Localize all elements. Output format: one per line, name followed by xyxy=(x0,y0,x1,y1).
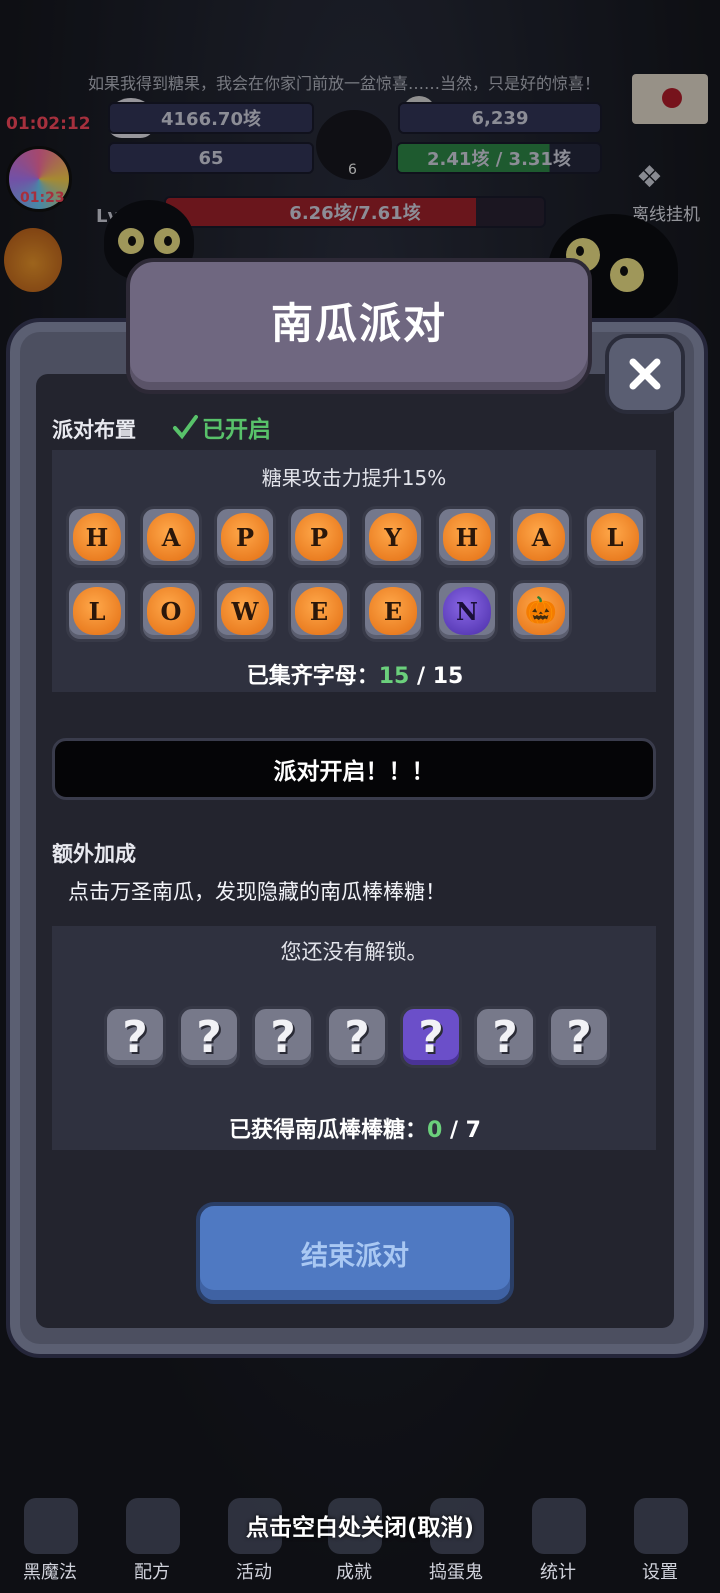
close-icon xyxy=(629,358,661,390)
locked-lollipop-slot[interactable]: ? xyxy=(178,1006,240,1068)
pumpkin-letter: L xyxy=(591,513,639,561)
pumpkin-letter: P xyxy=(295,513,343,561)
locked-lollipop-slot[interactable]: ? xyxy=(548,1006,610,1068)
party-status-text: 已开启 xyxy=(202,417,271,443)
checkmark-icon xyxy=(173,415,198,440)
collected-total: / 15 xyxy=(417,664,464,689)
pumpkin-letter: Y xyxy=(369,513,417,561)
nav-label: 配方 xyxy=(134,1562,170,1583)
letter-tile: W xyxy=(214,580,276,642)
bonus-label: 额外加成 xyxy=(52,842,136,866)
letter-tile: L xyxy=(584,506,646,568)
jack-o-lantern-icon: 🎃 xyxy=(517,587,565,635)
nav-label: 捣蛋鬼 xyxy=(429,1562,483,1583)
letter-tile: L xyxy=(66,580,128,642)
pumpkin-letter: A xyxy=(147,513,195,561)
locked-lollipop-slot[interactable]: ? xyxy=(104,1006,166,1068)
close-button[interactable] xyxy=(605,334,685,414)
close-hint[interactable]: 点击空白处关闭(取消) xyxy=(0,1508,720,1542)
locked-lollipop-slot[interactable]: ? xyxy=(326,1006,388,1068)
letter-tile: P xyxy=(214,506,276,568)
nav-label: 统计 xyxy=(540,1562,576,1583)
pumpkin-letter: P xyxy=(221,513,269,561)
letter-tile: P xyxy=(288,506,350,568)
letter-tile: N xyxy=(436,580,498,642)
collected-have: 15 xyxy=(378,664,410,689)
letters-collected: 已集齐字母：15 / 15 xyxy=(50,658,660,690)
locked-lollipop-slot[interactable]: ? xyxy=(474,1006,536,1068)
letter-tile: 🎃 xyxy=(510,580,572,642)
collected-label: 已集齐字母： xyxy=(246,664,379,689)
pumpkin-letter: A xyxy=(517,513,565,561)
attack-bonus-text: 糖果攻击力提升15% xyxy=(261,466,447,490)
pumpkin-letter: E xyxy=(295,587,343,635)
pumpkin-letter: N xyxy=(443,587,491,635)
letter-tile: E xyxy=(288,580,350,642)
letter-tile: E xyxy=(362,580,424,642)
end-party-button[interactable]: 结束派对 xyxy=(196,1202,514,1304)
lolly-have: 0 xyxy=(427,1118,443,1143)
not-unlocked-text: 您还没有解锁。 xyxy=(280,940,428,964)
letter-tile: A xyxy=(510,506,572,568)
nav-label: 黑魔法 xyxy=(23,1562,77,1583)
letter-tile: O xyxy=(140,580,202,642)
letter-tile: H xyxy=(436,506,498,568)
pumpkin-letter: E xyxy=(369,587,417,635)
locked-lollipop-slot[interactable]: ? xyxy=(252,1006,314,1068)
lolly-total: / 7 xyxy=(449,1118,481,1143)
lollipop-count: 已获得南瓜棒棒糖：0 / 7 xyxy=(50,1112,660,1144)
pumpkin-letter: H xyxy=(73,513,121,561)
letter-tile: H xyxy=(66,506,128,568)
letter-tile: A xyxy=(140,506,202,568)
pumpkin-letter: H xyxy=(443,513,491,561)
nav-label: 成就 xyxy=(336,1562,372,1583)
lolly-count-label: 已获得南瓜棒棒糖： xyxy=(228,1118,427,1143)
bonus-description: 点击万圣南瓜，发现隐藏的南瓜棒棒糖！ xyxy=(68,880,446,904)
pumpkin-letter: W xyxy=(221,587,269,635)
party-setup-label: 派对布置 xyxy=(52,418,136,442)
party-status: 已开启 xyxy=(172,410,271,444)
party-started-banner: 派对开启！！！ xyxy=(52,738,656,800)
nav-label: 活动 xyxy=(236,1562,272,1583)
letter-tile: Y xyxy=(362,506,424,568)
nav-label: 设置 xyxy=(642,1562,678,1583)
pumpkin-letter: L xyxy=(73,587,121,635)
pumpkin-letter: O xyxy=(147,587,195,635)
locked-lollipop-slot[interactable]: ? xyxy=(400,1006,462,1068)
modal-title: 南瓜派对 xyxy=(270,299,447,348)
